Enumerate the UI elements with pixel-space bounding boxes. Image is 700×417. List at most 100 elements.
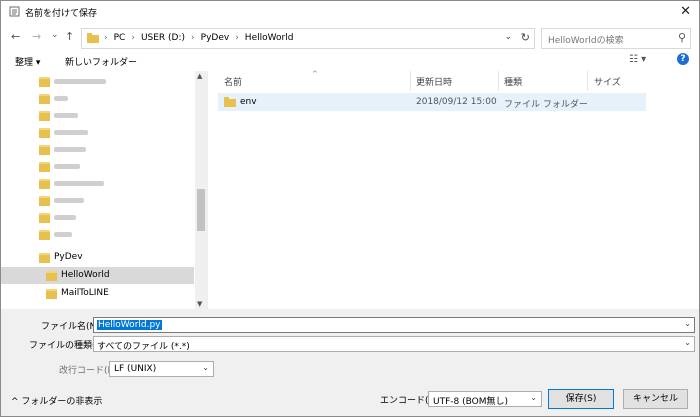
column-type[interactable]: 種類	[504, 75, 522, 88]
tree-item-label: PyDev	[54, 252, 83, 262]
title-bar: 名前を付けて保存 ✕	[1, 1, 699, 23]
encoding-select[interactable]: UTF-8 (BOM無し) ⌄	[428, 391, 542, 407]
folder-icon	[39, 162, 50, 172]
redacted-label	[54, 232, 72, 237]
breadcrumb-separator: ›	[191, 33, 195, 43]
chevron-down-icon[interactable]: ⌄	[684, 319, 691, 328]
tree-item-helloworld[interactable]: HelloWorld	[1, 267, 194, 284]
chevron-down-icon[interactable]: ⌄	[530, 393, 537, 402]
save-options-panel: ファイル名(N): HelloWorld.py ⌄ ファイルの種類(T): すべ…	[1, 309, 699, 416]
column-separator[interactable]	[498, 71, 499, 91]
encoding-value: UTF-8 (BOM無し)	[433, 397, 508, 407]
scroll-down-icon[interactable]: ▼	[197, 300, 202, 308]
redacted-label	[54, 147, 86, 152]
search-input[interactable]: HelloWorldの検索 ⚲	[541, 28, 691, 49]
filetype-select[interactable]: すべてのファイル (*.*) ⌄	[93, 336, 695, 352]
folder-icon	[39, 111, 50, 121]
filename-value: HelloWorld.py	[97, 320, 162, 330]
breadcrumb-separator: ›	[235, 33, 239, 43]
folder-icon	[39, 94, 50, 104]
address-dropdown-icon[interactable]: ⌄	[504, 32, 512, 42]
search-placeholder: HelloWorldの検索	[548, 36, 624, 46]
folder-icon	[39, 230, 50, 240]
window-title: 名前を付けて保存	[25, 9, 98, 19]
tree-item-redacted[interactable]	[1, 90, 194, 107]
redacted-label	[54, 198, 84, 203]
file-list-pane: ^ 名前 更新日時 種類 サイズ env 2018/09/12 15:00 ファ…	[208, 70, 699, 309]
tree-item-redacted[interactable]	[1, 226, 194, 243]
tree-item-redacted[interactable]	[1, 141, 194, 158]
file-type: ファイル フォルダー	[504, 100, 588, 110]
cancel-button[interactable]: キャンセル	[623, 389, 688, 409]
redacted-label	[54, 181, 104, 186]
folder-icon	[39, 128, 50, 138]
tree-item-redacted[interactable]	[1, 175, 194, 192]
column-modified[interactable]: 更新日時	[416, 75, 452, 88]
back-arrow-icon[interactable]: ←	[11, 30, 20, 43]
column-name[interactable]: 名前	[224, 75, 242, 88]
tree-item-redacted[interactable]	[1, 73, 194, 90]
help-icon[interactable]: ?	[677, 53, 689, 65]
lineend-select[interactable]: LF (UNIX) ⌄	[109, 361, 214, 377]
command-toolbar: 整理 ▾ 新しいフォルダー ☷ ▾ ?	[1, 51, 699, 71]
tree-item-redacted[interactable]	[1, 124, 194, 141]
folder-icon	[39, 179, 50, 189]
column-separator[interactable]	[410, 71, 411, 91]
refresh-icon[interactable]: ↻	[521, 31, 530, 44]
notepad-icon	[9, 6, 20, 17]
file-modified: 2018/09/12 15:00	[416, 97, 497, 107]
address-bar[interactable]: › PC › USER (D:) › PyDev › HelloWorld ⌄ …	[81, 28, 535, 49]
folder-icon	[46, 289, 57, 299]
chevron-down-icon[interactable]: ⌄	[684, 338, 691, 347]
folder-icon	[39, 213, 50, 223]
redacted-label	[54, 79, 106, 84]
column-separator[interactable]	[587, 71, 588, 91]
tree-item-label: HelloWorld	[61, 270, 110, 280]
redacted-label	[54, 96, 68, 101]
forward-arrow-icon[interactable]: →	[32, 30, 41, 43]
search-icon: ⚲	[677, 31, 686, 44]
folder-icon	[39, 196, 50, 206]
breadcrumb-pydev[interactable]: PyDev	[201, 33, 230, 43]
filename-field[interactable]: HelloWorld.py ⌄	[93, 317, 695, 333]
breadcrumb-user-drive[interactable]: USER (D:)	[141, 33, 185, 43]
tree-item-mailtoline[interactable]: MailToLINE	[1, 285, 194, 302]
tree-scrollbar[interactable]: ▲ ▼	[195, 71, 207, 309]
close-icon[interactable]: ✕	[680, 4, 691, 19]
tree-item-pydev[interactable]: PyDev	[1, 249, 194, 266]
recent-locations-icon[interactable]: ⌄	[51, 30, 59, 40]
file-row-env[interactable]: env 2018/09/12 15:00 ファイル フォルダー	[218, 93, 646, 111]
file-name: env	[240, 97, 257, 107]
column-size[interactable]: サイズ	[594, 75, 621, 88]
scroll-thumb[interactable]	[197, 189, 205, 231]
scroll-up-icon[interactable]: ▲	[197, 72, 202, 80]
redacted-label	[54, 113, 78, 118]
hide-folders-button[interactable]: ^ フォルダーの非表示	[11, 394, 102, 407]
folder-icon	[39, 145, 50, 155]
filetype-value: すべてのファイル (*.*)	[97, 342, 190, 352]
breadcrumb-pc[interactable]: PC	[114, 33, 126, 43]
chevron-down-icon[interactable]: ⌄	[202, 363, 209, 372]
save-as-dialog: 名前を付けて保存 ✕ ← → ⌄ ↑ › PC › USER (D:) › Py…	[0, 0, 700, 417]
redacted-label	[54, 164, 80, 169]
address-row: ← → ⌄ ↑ › PC › USER (D:) › PyDev › Hello…	[1, 25, 699, 51]
redacted-label	[54, 130, 88, 135]
tree-item-label: MailToLINE	[61, 288, 109, 298]
lineend-value: LF (UNIX)	[114, 364, 157, 374]
tree-item-redacted[interactable]	[1, 192, 194, 209]
organize-button[interactable]: 整理 ▾	[15, 55, 40, 68]
save-button[interactable]: 保存(S)	[548, 389, 614, 409]
breadcrumb-separator: ›	[131, 33, 135, 43]
folder-icon	[87, 33, 99, 43]
breadcrumb: › PC › USER (D:) › PyDev › HelloWorld	[104, 33, 293, 43]
up-arrow-icon[interactable]: ↑	[65, 30, 74, 43]
folder-icon	[39, 253, 50, 263]
new-folder-button[interactable]: 新しいフォルダー	[65, 55, 137, 68]
folder-icon	[46, 271, 57, 281]
breadcrumb-helloworld[interactable]: HelloWorld	[245, 33, 294, 43]
tree-item-redacted[interactable]	[1, 209, 194, 226]
tree-item-redacted[interactable]	[1, 158, 194, 175]
navigation-pane: PyDev HelloWorld MailToLINE ▲ ▼	[1, 71, 208, 309]
tree-item-redacted[interactable]	[1, 107, 194, 124]
view-options-icon[interactable]: ☷ ▾	[629, 54, 646, 65]
